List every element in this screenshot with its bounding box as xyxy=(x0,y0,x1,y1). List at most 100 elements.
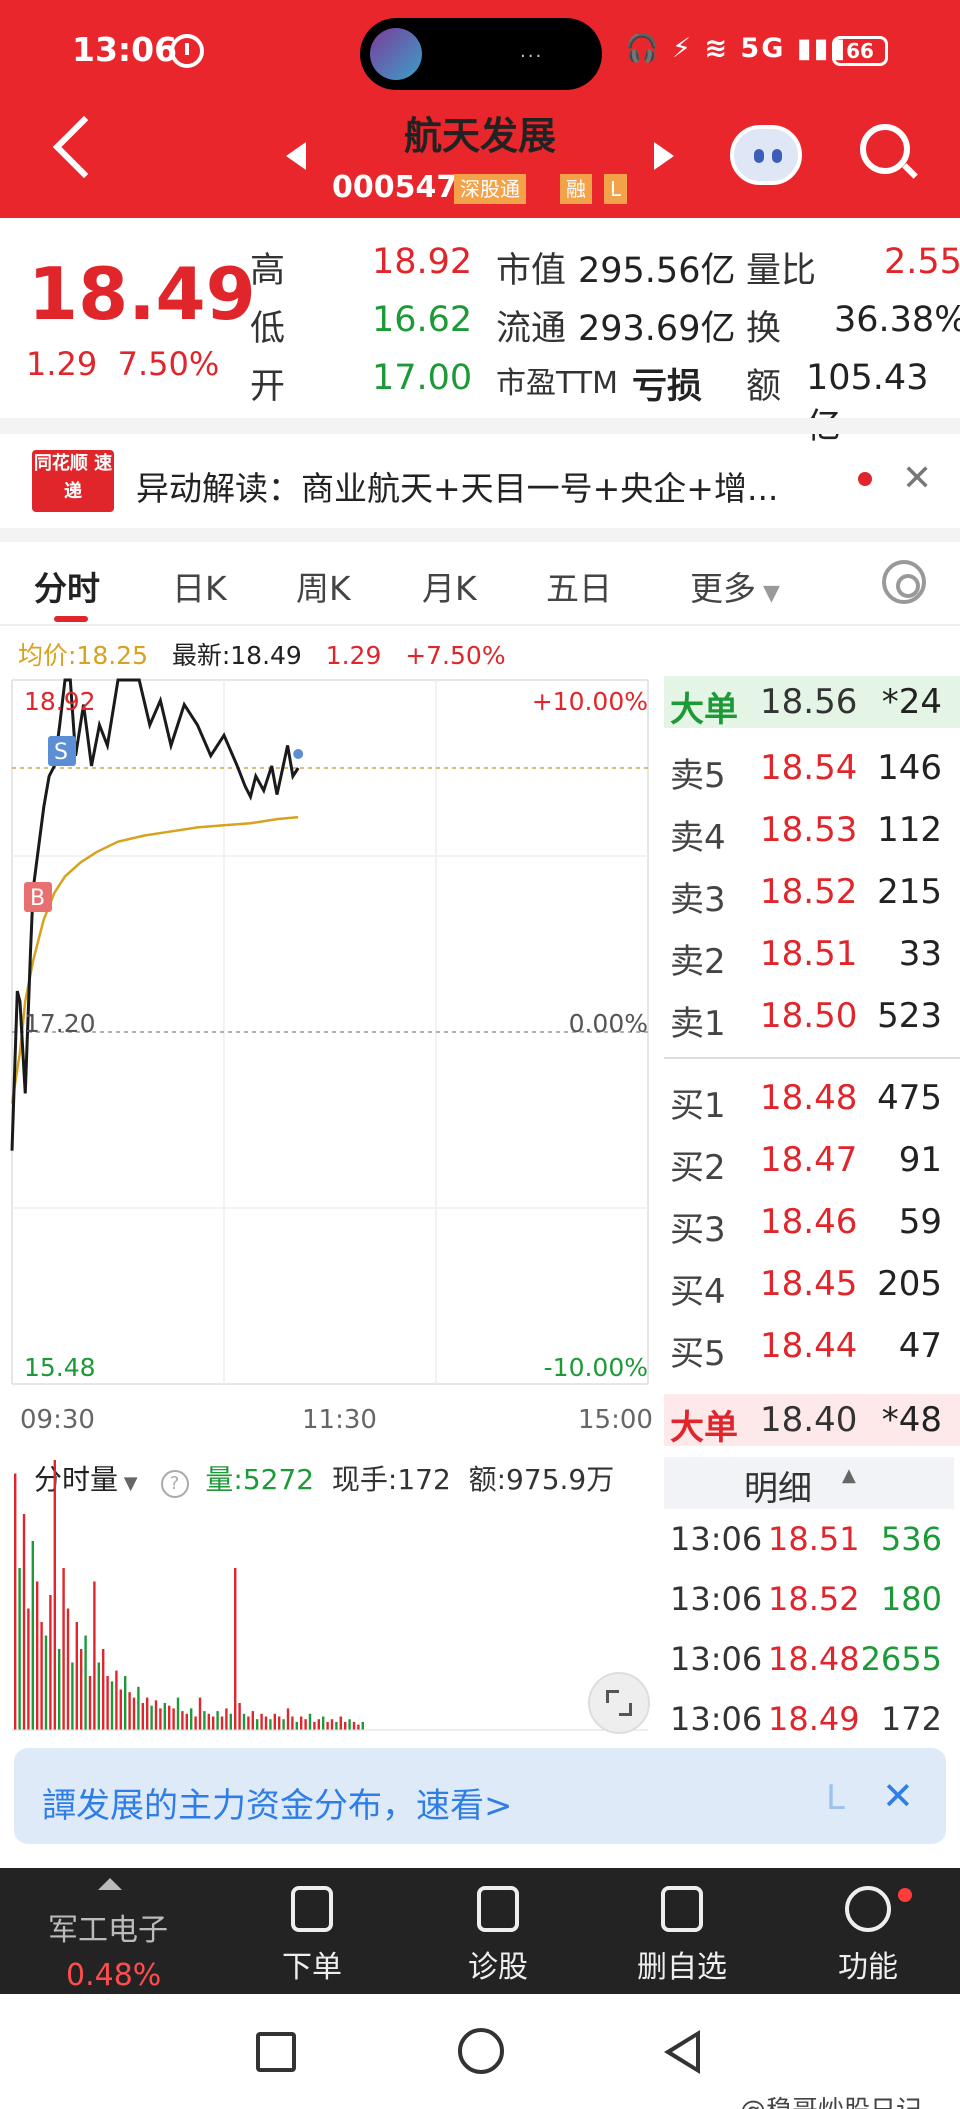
volume-bar xyxy=(66,1608,70,1730)
volume-bar xyxy=(335,1721,338,1730)
diagnose-button[interactable]: 诊股 xyxy=(438,1886,558,1986)
news-headline[interactable]: 异动解读：商业航天+天目一号+央企+增... xyxy=(136,462,778,510)
volume-bar xyxy=(282,1719,285,1730)
volume-bar xyxy=(198,1697,202,1730)
volume-bar xyxy=(212,1716,215,1730)
order-volume: *24 xyxy=(881,682,942,722)
volume-bar xyxy=(216,1711,219,1730)
functions-icon xyxy=(845,1886,891,1932)
intraday-chart[interactable]: 18.92 17.20 15.48 +10.00% 0.00% -10.00% … xyxy=(0,672,660,1402)
divider xyxy=(0,418,960,434)
island-text: ··· xyxy=(520,46,544,67)
bid-row[interactable]: 买1 18.48 475 xyxy=(664,1072,960,1126)
settings-icon[interactable] xyxy=(882,560,926,604)
ask-row[interactable]: 卖1 18.50 523 xyxy=(664,990,960,1044)
volume-chart xyxy=(12,1460,648,1731)
big-sell-row[interactable]: 大单 18.56 *24 xyxy=(664,676,960,730)
volume-bar xyxy=(102,1649,105,1730)
volume-bar xyxy=(238,1703,241,1730)
detail-price: 18.51 xyxy=(768,1520,860,1558)
ask-row[interactable]: 卖3 18.52 215 xyxy=(664,866,960,920)
bid-row[interactable]: 买4 18.45 205 xyxy=(664,1258,960,1312)
buy-marker[interactable]: B xyxy=(24,882,52,912)
recents-icon[interactable] xyxy=(256,2032,296,2072)
order-button[interactable]: 下单 xyxy=(252,1886,372,1986)
order-label: 卖2 xyxy=(670,942,726,982)
status-icons: 🎧 ⚡ ≋ 5G ▮▮▮ xyxy=(625,33,848,64)
avg-price-series xyxy=(10,815,299,1104)
order-price: 18.52 xyxy=(760,872,858,912)
next-stock-button[interactable] xyxy=(654,142,674,170)
prev-stock-button[interactable] xyxy=(286,142,306,170)
ask-row[interactable]: 卖5 18.54 146 xyxy=(664,742,960,796)
chart-change: 1.29 xyxy=(325,641,382,670)
tab-monthly-k[interactable]: 月K xyxy=(422,562,477,610)
last-price: 18.49 xyxy=(28,252,256,336)
alarm-icon xyxy=(170,34,204,68)
detail-time: 13:06 xyxy=(670,1580,763,1618)
home-icon[interactable] xyxy=(458,2028,504,2074)
pe-value: 亏损 xyxy=(632,367,703,407)
chevron-down-icon: ▼ xyxy=(756,581,780,606)
remove-watchlist-button[interactable]: 删自选 xyxy=(622,1886,742,1986)
volume-bar xyxy=(269,1719,272,1730)
volume-bar xyxy=(229,1713,232,1730)
close-icon[interactable]: ✕ xyxy=(882,1774,914,1818)
tab-daily-k[interactable]: 日K xyxy=(172,562,227,610)
axis-mid-price: 17.20 xyxy=(24,1009,96,1038)
volume-bar xyxy=(40,1622,43,1730)
news-logo: 同花顺 速递 xyxy=(32,450,114,512)
volume-bar xyxy=(128,1692,131,1730)
detail-header-label: 明细 xyxy=(744,1469,812,1509)
volume-bar xyxy=(58,1649,61,1730)
close-icon[interactable]: ✕ xyxy=(902,458,932,499)
promo-text[interactable]: 譚发展的主力资金分布，速看> xyxy=(42,1778,513,1827)
volume-bar xyxy=(163,1703,166,1730)
detail-row: 13:06 18.49 172 xyxy=(664,1692,960,1750)
functions-button[interactable]: 功能 xyxy=(808,1886,928,1986)
sector-change: 0.48% xyxy=(66,1958,162,1993)
ask-row[interactable]: 卖2 18.51 33 xyxy=(664,928,960,982)
order-volume: 475 xyxy=(877,1078,942,1118)
volume-bar xyxy=(176,1697,180,1730)
tab-weekly-k[interactable]: 周K xyxy=(296,562,351,610)
volume-bar xyxy=(251,1711,254,1730)
search-icon[interactable] xyxy=(860,124,910,174)
volume-bar xyxy=(119,1689,122,1730)
volume-bar xyxy=(44,1635,48,1730)
ask-row[interactable]: 卖4 18.53 112 xyxy=(664,804,960,858)
notification-dot-icon xyxy=(898,1888,912,1902)
order-label: 卖4 xyxy=(670,818,726,858)
bid-row[interactable]: 买5 18.44 47 xyxy=(664,1320,960,1374)
order-label: 买2 xyxy=(670,1148,726,1188)
bid-row[interactable]: 买2 18.47 91 xyxy=(664,1134,960,1188)
volume-bar xyxy=(260,1713,263,1730)
sector-name[interactable]: 军工电子 xyxy=(48,1905,168,1949)
chevron-up-icon[interactable] xyxy=(98,1878,122,1890)
tab-intraday[interactable]: 分时 xyxy=(34,562,100,610)
volume-bar xyxy=(181,1711,184,1730)
volume-bar xyxy=(27,1608,30,1730)
sell-marker[interactable]: S xyxy=(48,736,76,766)
order-price: 18.53 xyxy=(760,810,858,850)
robot-assistant-icon[interactable] xyxy=(730,125,802,185)
order-volume: *48 xyxy=(881,1400,942,1440)
volume-bar xyxy=(110,1681,114,1730)
order-volume: 59 xyxy=(898,1202,942,1242)
tab-five-day[interactable]: 五日 xyxy=(546,562,612,610)
order-price: 18.46 xyxy=(760,1202,858,1242)
dynamic-island[interactable]: ··· xyxy=(360,18,602,90)
bid-row[interactable]: 买3 18.46 59 xyxy=(664,1196,960,1250)
big-buy-row[interactable]: 大单 18.40 *48 xyxy=(664,1394,960,1448)
order-label: 买1 xyxy=(670,1086,726,1126)
tab-more[interactable]: 更多 ▼ xyxy=(690,562,780,610)
order-icon xyxy=(291,1886,333,1932)
nav-back-icon[interactable] xyxy=(664,2030,700,2074)
volume-bar xyxy=(115,1670,118,1730)
volume-bar xyxy=(84,1635,87,1730)
detail-time: 13:06 xyxy=(670,1640,763,1678)
detail-header[interactable]: 明细 ▲ xyxy=(664,1457,954,1509)
price-change: 1.29 7.50% xyxy=(26,345,219,383)
fullscreen-expand-icon[interactable] xyxy=(588,1672,650,1734)
volume-bar xyxy=(247,1716,250,1730)
